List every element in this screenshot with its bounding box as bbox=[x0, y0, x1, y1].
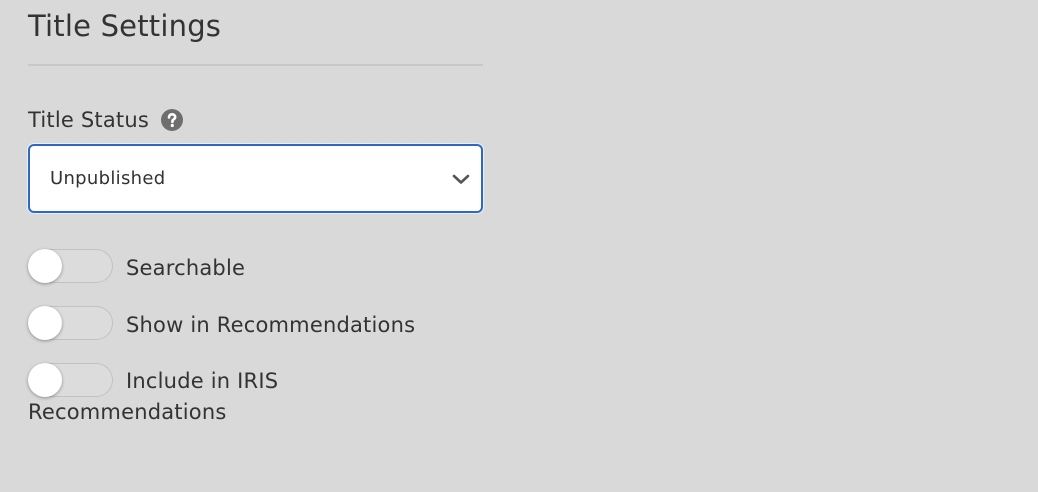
toggle-knob bbox=[28, 363, 62, 397]
searchable-toggle[interactable] bbox=[28, 249, 113, 283]
title-status-label-row: Title Status bbox=[28, 106, 483, 134]
divider bbox=[28, 64, 483, 66]
chevron-down-icon bbox=[451, 172, 471, 186]
page-title: Title Settings bbox=[28, 9, 222, 43]
title-status-select[interactable]: Unpublished bbox=[28, 144, 483, 213]
toggle-knob bbox=[28, 306, 62, 340]
title-status-value: Unpublished bbox=[50, 168, 166, 189]
toggle-row-show-in-recommendations: Show in Recommendations bbox=[28, 306, 483, 340]
question-circle-icon[interactable] bbox=[161, 109, 183, 131]
show-in-recommendations-label: Show in Recommendations bbox=[126, 313, 416, 337]
title-status-label: Title Status bbox=[28, 108, 149, 132]
toggle-row-searchable: Searchable bbox=[28, 249, 483, 283]
toggle-knob bbox=[28, 249, 62, 283]
title-settings-panel: Title Settings Title Status Unpublished … bbox=[28, 0, 483, 453]
include-in-iris-toggle[interactable] bbox=[28, 363, 113, 397]
toggle-list: Searchable Show in Recommendations Inclu… bbox=[28, 249, 483, 427]
toggle-row-include-in-iris: Include in IRIS Recommendations bbox=[28, 363, 318, 427]
searchable-label: Searchable bbox=[126, 256, 246, 280]
show-in-recommendations-toggle[interactable] bbox=[28, 306, 113, 340]
